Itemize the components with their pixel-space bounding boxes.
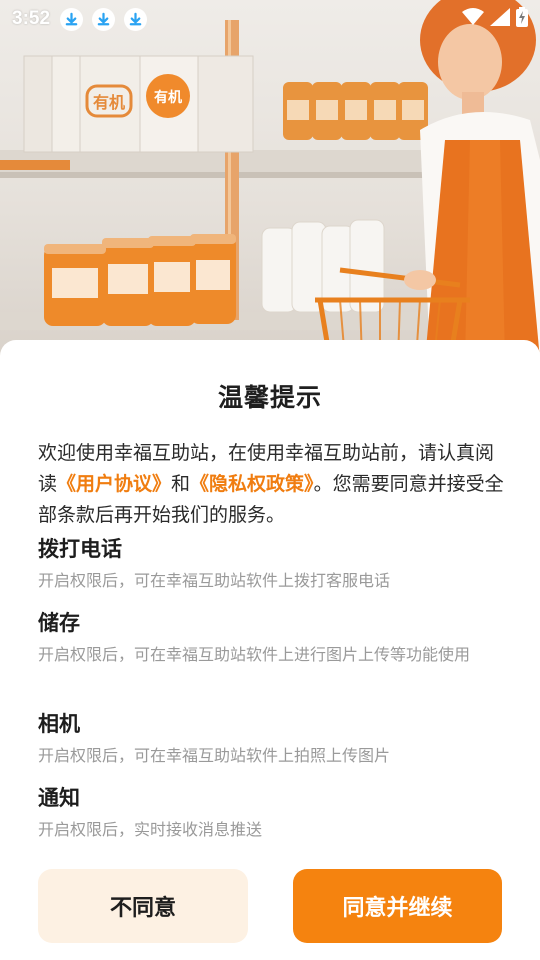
download-icon — [92, 7, 116, 31]
dialog-title: 温馨提示 — [217, 383, 322, 412]
disagree-button[interactable]: 不同意 — [38, 869, 248, 943]
user-agreement-link[interactable]: 《用户协议》 — [57, 473, 171, 495]
battery-charging-icon — [516, 7, 528, 31]
agree-continue-button[interactable]: 同意并继续 — [293, 869, 502, 943]
permission-name: 通知 — [38, 786, 80, 810]
permission-item-camera: 相机 开启权限后，可在幸福互助站软件上拍照上传图片 — [38, 709, 508, 769]
intro-and: 和 — [171, 473, 191, 495]
background-illustration: 有机 有机 — [0, 0, 540, 360]
status-time: 3:52 — [12, 8, 51, 29]
jar-label-text-2: 有机 — [154, 89, 182, 106]
permission-desc: 开启权限后，实时接收消息推送 — [38, 820, 263, 839]
permission-item-storage: 储存 开启权限后，可在幸福互助站软件上进行图片上传等功能使用 — [38, 608, 508, 668]
dialog-intro-text: 欢迎使用幸福互助站，在使用幸福互助站前，请认真阅读《用户协议》和《隐私权政策》。… — [38, 438, 508, 531]
privacy-policy-link[interactable]: 《隐私权政策》 — [190, 473, 314, 495]
jar-label-text: 有机 — [93, 93, 125, 112]
privacy-dialog: 温馨提示 欢迎使用幸福互助站，在使用幸福互助站前，请认真阅读《用户协议》和《隐私… — [0, 340, 540, 960]
download-icon — [124, 7, 148, 31]
permission-name: 储存 — [38, 611, 80, 635]
permission-item-phone: 拨打电话 开启权限后，可在幸福互助站软件上拨打客服电话 — [38, 534, 508, 594]
permission-name: 相机 — [38, 712, 80, 736]
permission-item-notification: 通知 开启权限后，实时接收消息推送 — [38, 783, 508, 843]
wifi-icon — [462, 8, 484, 30]
permission-desc: 开启权限后，可在幸福互助站软件上拍照上传图片 — [38, 746, 391, 765]
status-bar: 3:52 — [0, 0, 540, 38]
permission-desc: 开启权限后，可在幸福互助站软件上进行图片上传等功能使用 — [38, 645, 471, 664]
download-icon — [60, 7, 84, 31]
signal-icon — [490, 8, 510, 30]
store-shelf-illustration: 有机 有机 — [0, 0, 540, 360]
permission-desc: 开启权限后，可在幸福互助站软件上拨打客服电话 — [38, 571, 391, 590]
permission-name: 拨打电话 — [38, 537, 122, 561]
status-right-icons — [462, 7, 528, 31]
